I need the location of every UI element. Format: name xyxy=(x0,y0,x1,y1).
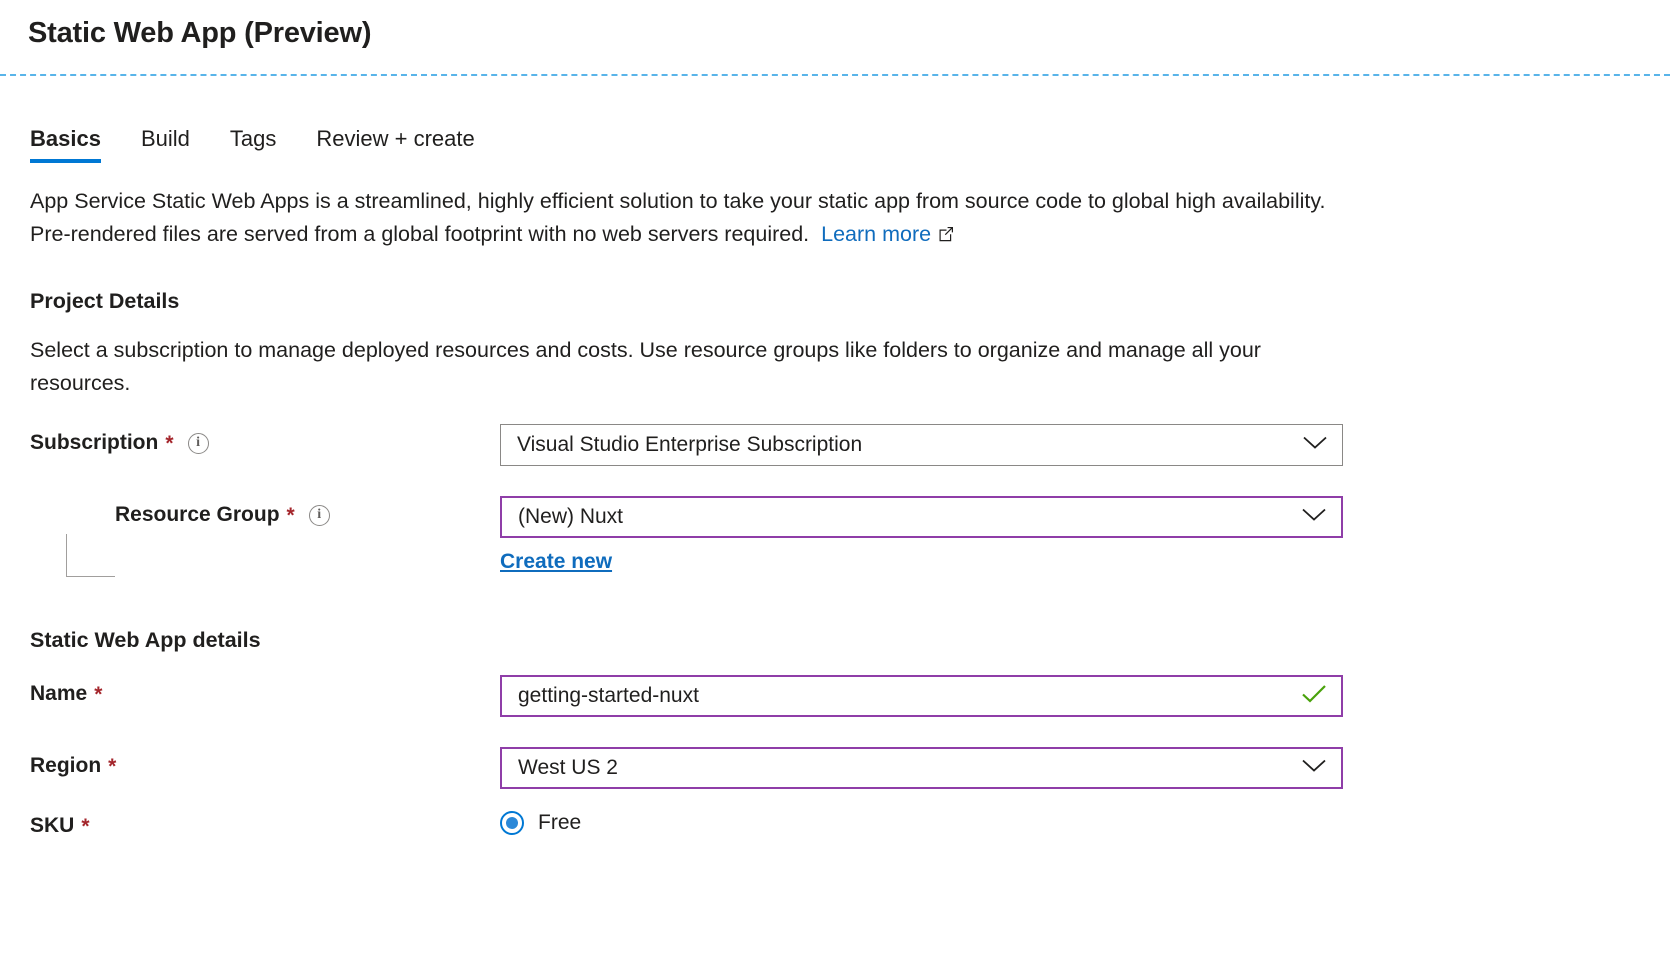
name-value: getting-started-nuxt xyxy=(502,684,699,708)
resource-group-label-cell: Resource Group * i xyxy=(30,496,500,527)
radio-selected-icon xyxy=(500,811,524,835)
checkmark-icon xyxy=(1301,684,1327,709)
sku-field-cell: Free xyxy=(500,807,581,835)
resource-group-dropdown[interactable]: (New) Nuxt xyxy=(500,496,1343,538)
region-label: Region xyxy=(30,754,101,778)
subscription-dropdown[interactable]: Visual Studio Enterprise Subscription xyxy=(500,424,1343,466)
required-asterisk: * xyxy=(108,756,116,777)
subscription-label: Subscription xyxy=(30,431,158,455)
tab-tags[interactable]: Tags xyxy=(230,126,276,163)
resource-group-row: Resource Group * i (New) Nuxt Create new xyxy=(30,496,1640,574)
chevron-down-icon xyxy=(1302,435,1328,456)
sku-radio-label: Free xyxy=(538,811,581,835)
subscription-field-cell: Visual Studio Enterprise Subscription xyxy=(500,424,1343,466)
region-label-cell: Region * xyxy=(30,747,500,778)
resource-group-field-cell: (New) Nuxt Create new xyxy=(500,496,1343,574)
tab-build[interactable]: Build xyxy=(141,126,190,163)
page-title: Static Web App (Preview) xyxy=(0,0,1670,50)
sku-radio-free[interactable]: Free xyxy=(500,811,581,835)
region-row: Region * West US 2 xyxy=(30,747,1640,789)
create-new-resource-group-link[interactable]: Create new xyxy=(500,550,612,574)
resource-group-value: (New) Nuxt xyxy=(502,505,623,529)
project-details-form: Subscription * i Visual Studio Enterpris… xyxy=(30,424,1640,574)
sku-label: SKU xyxy=(30,814,74,838)
subscription-label-cell: Subscription * i xyxy=(30,424,500,455)
project-details-heading: Project Details xyxy=(30,289,1640,314)
sku-row: SKU * Free xyxy=(30,807,1640,847)
sku-label-cell: SKU * xyxy=(30,807,500,838)
learn-more-label: Learn more xyxy=(821,222,931,246)
required-asterisk: * xyxy=(165,433,173,454)
required-asterisk: * xyxy=(94,684,102,705)
region-value: West US 2 xyxy=(502,756,618,780)
info-circle-icon[interactable]: i xyxy=(309,505,330,526)
resource-group-label: Resource Group xyxy=(115,503,280,527)
region-field-cell: West US 2 xyxy=(500,747,1343,789)
header-divider xyxy=(0,74,1670,76)
name-label: Name xyxy=(30,682,87,706)
learn-more-link[interactable]: Learn more xyxy=(821,222,956,246)
required-asterisk: * xyxy=(287,505,295,526)
tab-bar: Basics Build Tags Review + create xyxy=(0,121,1670,163)
chevron-down-icon xyxy=(1301,507,1327,528)
intro-paragraph: App Service Static Web Apps is a streaml… xyxy=(30,185,1350,253)
indent-connector xyxy=(66,534,115,577)
subscription-value: Visual Studio Enterprise Subscription xyxy=(501,433,862,457)
name-input[interactable]: getting-started-nuxt xyxy=(500,675,1343,717)
project-details-description: Select a subscription to manage deployed… xyxy=(30,334,1350,400)
name-row: Name * getting-started-nuxt xyxy=(30,675,1640,717)
external-link-icon xyxy=(937,220,956,253)
region-dropdown[interactable]: West US 2 xyxy=(500,747,1343,789)
chevron-down-icon xyxy=(1301,758,1327,779)
tab-basics[interactable]: Basics xyxy=(30,126,101,163)
name-field-cell: getting-started-nuxt xyxy=(500,675,1343,717)
static-web-app-details-form: Name * getting-started-nuxt Region * Wes… xyxy=(30,675,1640,847)
tab-review-create[interactable]: Review + create xyxy=(316,126,474,163)
subscription-row: Subscription * i Visual Studio Enterpris… xyxy=(30,424,1640,466)
static-web-app-details-heading: Static Web App details xyxy=(30,628,1640,653)
info-circle-icon[interactable]: i xyxy=(188,433,209,454)
name-label-cell: Name * xyxy=(30,675,500,706)
intro-text: App Service Static Web Apps is a streaml… xyxy=(30,189,1325,246)
required-asterisk: * xyxy=(81,816,89,837)
